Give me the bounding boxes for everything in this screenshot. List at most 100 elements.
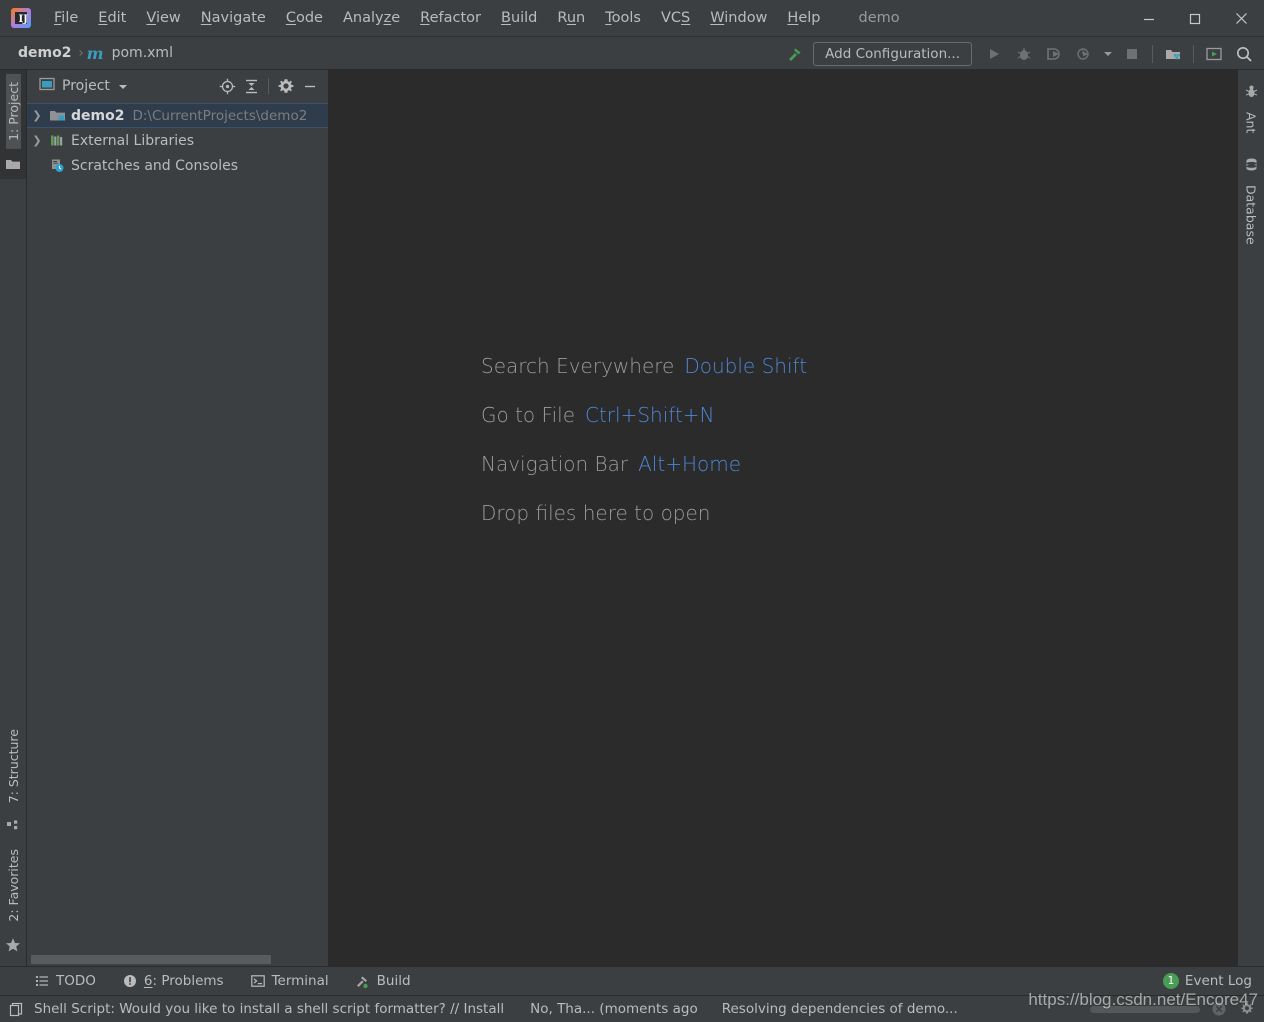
event-log-button[interactable]: 1 Event Log: [1162, 973, 1252, 989]
menu-item-analyze[interactable]: Analyze: [333, 7, 410, 29]
chevron-right-icon: ❯: [32, 109, 42, 122]
structure-icon[interactable]: [2, 815, 24, 837]
library-icon: [47, 132, 67, 149]
bottom-item-label: TODO: [56, 973, 96, 989]
sidebar-item-structure[interactable]: 7: Structure: [6, 721, 21, 811]
stop-circle-icon[interactable]: [1210, 1000, 1228, 1018]
bottom-item-terminal[interactable]: Terminal: [250, 973, 329, 989]
collapse-all-icon: [245, 79, 257, 93]
run-button[interactable]: [980, 40, 1008, 68]
stop-button[interactable]: [1118, 40, 1146, 68]
select-opened-file-button[interactable]: [215, 74, 239, 98]
menu-item-window[interactable]: Window: [700, 7, 777, 29]
menu-item-tools[interactable]: Tools: [595, 7, 651, 29]
gear-icon: [278, 79, 294, 93]
run-terminal-icon: [1206, 47, 1222, 60]
build-project-button[interactable]: [781, 40, 809, 68]
sidebar-item-ant[interactable]: Ant: [1244, 106, 1259, 139]
problems-rest: : Problems: [152, 973, 224, 989]
project-panel-title[interactable]: Project: [62, 78, 110, 94]
main-toolbar: Add Configuration...: [781, 37, 1258, 70]
maximize-icon: [1189, 13, 1201, 24]
tree-node-path: D:\CurrentProjects\demo2: [132, 107, 308, 124]
menu-bar: IJ File Edit View Navigate Code Analyze …: [0, 0, 1264, 37]
sidebar-item-project[interactable]: 1: Project: [5, 74, 21, 149]
breadcrumb-separator: ›: [78, 45, 84, 61]
search-everywhere-button[interactable]: [1230, 40, 1258, 68]
menu-items: File Edit View Navigate Code Analyze Ref…: [44, 7, 830, 29]
hide-panel-button[interactable]: [298, 74, 322, 98]
menu-item-run[interactable]: Run: [547, 7, 595, 29]
bottom-item-build[interactable]: Build: [355, 973, 411, 989]
menu-item-navigate[interactable]: Navigate: [191, 7, 276, 29]
bottom-item-todo[interactable]: TODO: [34, 973, 96, 989]
main-body: 1: Project 7: Structure 2: Favorites Pro…: [0, 70, 1264, 966]
menu-item-build[interactable]: Build: [491, 7, 547, 29]
star-icon[interactable]: [2, 934, 24, 956]
search-icon: [1237, 46, 1252, 62]
minimize-icon: [305, 85, 315, 88]
updates-button[interactable]: [1200, 40, 1228, 68]
tree-node-label: External Libraries: [71, 132, 194, 149]
tree-node-scratches-and-consoles[interactable]: Scratches and Consoles: [27, 153, 328, 178]
profile-dropdown-button[interactable]: [1100, 40, 1116, 68]
sidebar-item-favorites[interactable]: 2: Favorites: [6, 841, 21, 930]
editor-empty-area[interactable]: Search Everywhere Double Shift Go to Fil…: [329, 70, 1237, 966]
hint-search-everywhere: Search Everywhere Double Shift: [481, 354, 1237, 378]
minimize-button[interactable]: [1126, 0, 1172, 37]
scratches-icon: [47, 157, 67, 174]
navigation-bar: demo2 › m pom.xml Add Configuration...: [0, 37, 1264, 70]
problems-mnemonic: 6: [143, 973, 153, 989]
expand-arrow-external-libraries[interactable]: ❯: [27, 134, 47, 147]
tree-node-external-libraries[interactable]: ❯ External Libraries: [27, 128, 328, 153]
sidebar-item-database[interactable]: Database: [1244, 179, 1259, 251]
intellij-idea-window: IJ File Edit View Navigate Code Analyze …: [0, 0, 1264, 1022]
build-hammer-icon: [355, 973, 371, 989]
menu-item-edit[interactable]: Edit: [88, 7, 136, 29]
profile-button[interactable]: [1070, 40, 1098, 68]
ant-icon[interactable]: [1240, 80, 1262, 102]
hint-label: Drop files here to open: [481, 501, 711, 525]
project-structure-button[interactable]: [1159, 40, 1187, 68]
breadcrumb-project[interactable]: demo2: [14, 43, 75, 63]
tree-node-label: Scratches and Consoles: [71, 157, 238, 174]
menu-item-refactor[interactable]: Refactor: [410, 7, 491, 29]
close-button[interactable]: [1218, 0, 1264, 37]
project-settings-button[interactable]: [274, 74, 298, 98]
breadcrumb-file[interactable]: pom.xml: [108, 43, 177, 63]
project-tool-window: Project ❯ demo2 D:\CurrentProjects\demo2…: [27, 70, 329, 966]
tree-node-demo2[interactable]: ❯ demo2 D:\CurrentProjects\demo2: [27, 103, 328, 128]
hint-label: Search Everywhere: [481, 354, 675, 378]
intellij-logo-icon: IJ: [10, 7, 32, 29]
menu-item-help[interactable]: Help: [777, 7, 830, 29]
bottom-item-problems[interactable]: 6: Problems: [122, 973, 224, 989]
hint-shortcut: Double Shift: [684, 354, 808, 378]
collapse-all-button[interactable]: [239, 74, 263, 98]
menu-item-vcs[interactable]: VCS: [651, 7, 700, 29]
debug-button[interactable]: [1010, 40, 1038, 68]
menu-item-view[interactable]: View: [136, 7, 190, 29]
problems-icon: [122, 973, 138, 989]
project-tree-horizontal-scrollbar[interactable]: [27, 953, 328, 966]
hint-label: Go to File: [481, 403, 575, 427]
right-tool-stripe: Ant Database: [1237, 70, 1264, 966]
menu-item-code[interactable]: Code: [276, 7, 333, 29]
scrollbar-thumb[interactable]: [31, 955, 271, 964]
folder-icon[interactable]: [2, 153, 24, 175]
minimize-icon: [1144, 18, 1154, 20]
target-icon: [219, 78, 235, 94]
hint-go-to-file: Go to File Ctrl+Shift+N: [481, 403, 1237, 427]
menu-item-file[interactable]: File: [44, 7, 88, 29]
expand-arrow-demo2[interactable]: ❯: [27, 109, 47, 122]
status-action[interactable]: No, Tha... (moments ago: [530, 1001, 698, 1017]
notification-icon[interactable]: [8, 1001, 24, 1017]
add-configuration-button[interactable]: Add Configuration...: [813, 41, 972, 66]
project-tree: ❯ demo2 D:\CurrentProjects\demo2 ❯ Exter…: [27, 102, 328, 953]
project-view-icon: [39, 76, 55, 96]
chevron-down-icon[interactable]: [118, 77, 128, 96]
settings-gear-icon[interactable]: [1238, 1000, 1256, 1018]
maximize-button[interactable]: [1172, 0, 1218, 37]
database-icon[interactable]: [1240, 153, 1262, 175]
bottom-item-label: Terminal: [271, 973, 329, 989]
run-with-coverage-button[interactable]: [1040, 40, 1068, 68]
